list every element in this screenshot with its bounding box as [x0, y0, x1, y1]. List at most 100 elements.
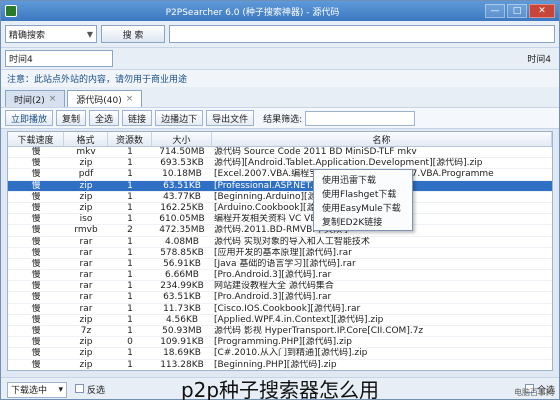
table-row[interactable]: 慢 zip 1 4.56KB [Applied.WPF.4.in.Context][源代… [8, 315, 552, 326]
col-size-header[interactable]: 大小 [152, 132, 212, 146]
size-cell: 18.69KB [163, 348, 201, 359]
format-cell: rar [79, 236, 93, 247]
select-all-button[interactable]: 全选 [89, 110, 120, 126]
app-logo-icon [5, 5, 17, 17]
format-cell: zip [79, 158, 93, 169]
table-row[interactable]: 慢 zip 1 63.51KB [Professional.ASP.NET.MVC3][… [8, 180, 552, 192]
tab-label: 源代码(40) [76, 95, 122, 106]
speed-cell: 慢 [31, 348, 41, 359]
size-cell: 578.85KB [160, 247, 204, 258]
table-row[interactable]: 慢 7z 1 50.93MB 源代码 影视 HyperTransport.IP.Core… [8, 326, 552, 338]
search-engine-value: 精确搜索 [9, 30, 46, 41]
table-row[interactable]: 慢 zip 1 113.28KB [Beginning.PHP][源代码].zip [8, 359, 552, 370]
seeds-cell: 1 [127, 180, 133, 191]
table-row[interactable]: 慢 zip 1 18.69KB [C#.2010.从入门到精通][源代码].zip [8, 348, 552, 360]
link-button[interactable]: 链接 [122, 110, 153, 126]
table-row[interactable]: 慢 iso 1 610.05MB 编程开发相关资料 VC VB JAVA 源代码 [8, 214, 552, 226]
screenshot-stage: P2PSearcher 6.0 (种子搜索神器) - 源代码 — □ ✕ 精确搜… [0, 0, 560, 400]
close-button[interactable]: ✕ [529, 4, 555, 18]
seeds-cell: 1 [127, 270, 133, 281]
stream-button[interactable]: 边播边下 [155, 110, 204, 126]
size-cell: 113.28KB [160, 359, 204, 370]
name-cell: 网站建设教程大全 源代码集合 [214, 281, 334, 292]
context-menu-item[interactable]: 使用迅雷下载 [314, 172, 412, 186]
size-cell: 4.56KB [165, 314, 199, 325]
close-tab-icon[interactable]: × [126, 94, 134, 104]
seeds-cell: 1 [127, 191, 133, 202]
table-row[interactable]: 慢 rar 1 11.73KB [Cisco.IOS.Cookbook][源代码].ra… [8, 304, 552, 315]
name-cell: [Applied.WPF.4.in.Context][源代码].zip [214, 314, 384, 325]
table-row[interactable]: 慢 pdf 1 10.18MB [Excel.2007.VBA.编程宝典] [WROX.… [8, 169, 552, 181]
search-input[interactable] [169, 25, 555, 43]
table-body: 慢 mkv 1 714.50MB 源代码 Source Code 2011 BD Min… [8, 147, 552, 370]
window-title: P2PSearcher 6.0 (种子搜索神器) - 源代码 [165, 7, 340, 18]
table-row[interactable]: 慢 zip 1 693.53KB 源代码][Android.Tablet.Applica… [8, 158, 552, 170]
table-row[interactable]: 慢 zip 0 109.91KB [Programming.PHP][源代码].zip [8, 337, 552, 349]
history-field[interactable]: 时间4 [5, 50, 113, 67]
format-cell: iso [79, 214, 93, 225]
size-cell: 11.73KB [163, 303, 201, 314]
history-bar: 时间4 时间4 [1, 47, 559, 69]
col-seeds-header[interactable]: 资源数 [108, 132, 152, 146]
table-row[interactable]: 慢 rmvb 2 472.35MB 源代码.2011.BD-RMVB.中英双字 [8, 225, 552, 237]
seeds-cell: 2 [127, 225, 133, 236]
format-cell: zip [79, 314, 93, 325]
speed-cell: 慢 [31, 326, 41, 336]
export-button[interactable]: 导出文件 [206, 110, 255, 126]
col-speed-header[interactable]: 下载速度 [8, 132, 64, 146]
size-cell: 714.50MB [159, 147, 205, 157]
tab-label: 时间(2) [14, 95, 45, 106]
format-cell: rar [79, 281, 93, 292]
table-row[interactable]: 慢 rar 1 6.66MB [Pro.Android.3][源代码].rar [8, 270, 552, 282]
name-cell: [Java 基础的语言学习][源代码].rar [214, 258, 356, 269]
minimize-button[interactable]: — [485, 4, 505, 18]
speed-cell: 慢 [31, 337, 41, 348]
play-now-button[interactable]: 立即播放 [5, 110, 54, 126]
seeds-cell: 1 [127, 348, 133, 359]
seeds-cell: 1 [127, 281, 133, 292]
context-menu-item[interactable]: 使用Flashget下载 [314, 186, 412, 200]
table-row[interactable]: 慢 rar 1 56.91KB [Java 基础的语言学习][源代码].rar [8, 258, 552, 271]
context-menu-item[interactable]: 复制ED2K链接 [314, 214, 412, 228]
table-row[interactable]: 慢 rar 1 63.51KB [Pro.Android.3][源代码].rar [8, 292, 552, 304]
context-menu: 使用迅雷下载 使用Flashget下载 使用EasyMule下载 复制ED2K链接 [313, 169, 413, 231]
table-row[interactable]: 慢 mkv 1 714.50MB 源代码 Source Code 2011 BD Min… [8, 147, 552, 159]
speed-cell: 慢 [31, 191, 41, 202]
search-engine-select[interactable]: 精确搜索 ▼ [5, 25, 97, 43]
seeds-cell: 1 [127, 169, 133, 180]
speed-cell: 慢 [31, 314, 41, 325]
search-button[interactable]: 搜 索 [101, 25, 165, 43]
table-row[interactable]: 慢 rar 1 4.08MB 源代码 实现对象的导入和人工智能技术 [8, 237, 552, 248]
filter-input[interactable] [305, 110, 416, 126]
seeds-cell: 1 [127, 214, 133, 225]
size-cell: 4.08MB [165, 236, 199, 247]
speed-cell: 慢 [31, 258, 41, 269]
seeds-cell: 1 [127, 158, 133, 169]
format-cell: 7z [80, 326, 92, 336]
format-cell: rar [79, 292, 93, 303]
table-row[interactable]: 慢 rar 1 578.85KB [应用开发的基本原理][源代码].rar [8, 248, 552, 259]
size-cell: 63.51KB [163, 292, 201, 303]
seeds-cell: 1 [127, 359, 133, 370]
size-cell: 56.91KB [163, 258, 201, 269]
table-row[interactable]: 慢 zip 1 43.77KB [Beginning.Arduino][源代码].zip [8, 192, 552, 203]
context-menu-item[interactable]: 使用EasyMule下载 [314, 200, 412, 214]
col-format-header[interactable]: 格式 [64, 132, 108, 146]
name-cell: 源代码 影视 HyperTransport.IP.Core[CII.COM].7… [214, 326, 424, 336]
format-cell: rar [79, 258, 93, 269]
close-tab-icon[interactable]: × [49, 94, 57, 104]
maximize-button[interactable]: □ [507, 4, 527, 18]
tab-0[interactable]: 时间(2) × [5, 90, 66, 107]
name-cell: [Programming.PHP][源代码].zip [214, 337, 352, 348]
col-name-header[interactable]: 名称 [212, 132, 552, 146]
size-cell: 63.51KB [163, 180, 201, 191]
format-cell: rar [79, 247, 93, 258]
speed-cell: 慢 [31, 270, 41, 281]
name-cell: 源代码 实现对象的导入和人工智能技术 [214, 236, 370, 247]
table-row[interactable]: 慢 zip 1 162.25KB [Arduino.Cookbook][源代码].zip [8, 203, 552, 215]
size-cell: 50.93MB [162, 326, 202, 336]
table-row[interactable]: 慢 rar 1 234.99KB 网站建设教程大全 源代码集合 [8, 281, 552, 293]
speed-cell: 慢 [31, 225, 41, 236]
copy-button[interactable]: 复制 [56, 110, 87, 126]
tab-1[interactable]: 源代码(40) × [67, 90, 143, 107]
